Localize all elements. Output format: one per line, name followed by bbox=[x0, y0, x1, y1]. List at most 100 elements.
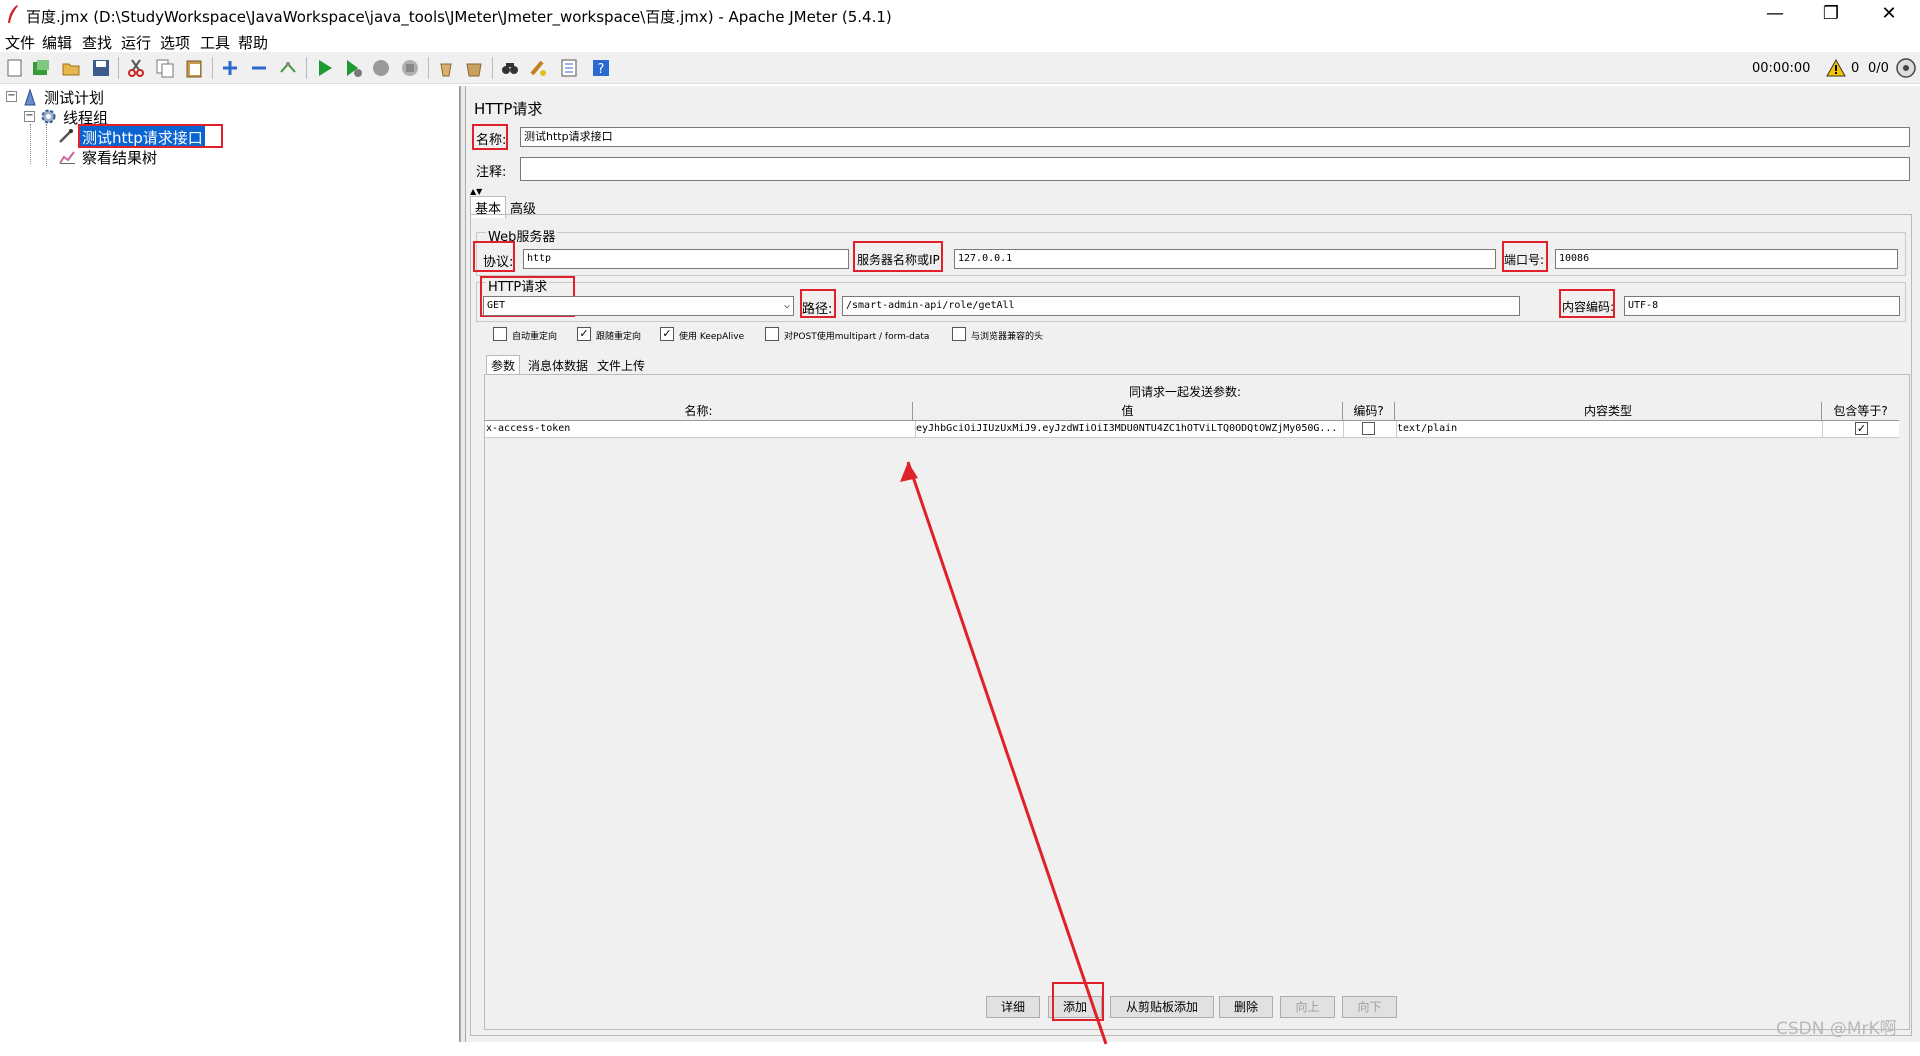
auto-redirect-checkbox[interactable] bbox=[493, 327, 507, 341]
tab-parameters[interactable]: 参数 bbox=[486, 355, 521, 375]
view-results-tree-chart-icon bbox=[59, 151, 75, 164]
multipart-checkbox[interactable] bbox=[765, 327, 779, 341]
tree-collapse-thread-group-icon[interactable]: − bbox=[24, 111, 35, 122]
shutdown-icon[interactable] bbox=[400, 58, 420, 78]
copy-icon[interactable] bbox=[155, 58, 175, 78]
col-value-header[interactable]: 值 bbox=[913, 402, 1343, 420]
csdn-watermark: CSDN @MrK啊 bbox=[1776, 1019, 1897, 1039]
open-icon[interactable] bbox=[61, 58, 81, 78]
reset-search-icon[interactable] bbox=[528, 58, 548, 78]
menu-edit[interactable]: 编辑 bbox=[42, 32, 72, 53]
col-encode-header[interactable]: 编码? bbox=[1343, 402, 1395, 420]
follow-redirect-checkbox[interactable]: ✓ bbox=[577, 327, 591, 341]
minimize-button[interactable]: — bbox=[1750, 0, 1800, 30]
warning-icon[interactable] bbox=[1826, 59, 1846, 77]
param-include-equals-cell: ✓ bbox=[1822, 421, 1899, 437]
clear-icon[interactable] bbox=[436, 58, 456, 78]
name-field[interactable]: 测试http请求接口 bbox=[520, 127, 1910, 147]
chevron-down-icon[interactable]: ⌵ bbox=[784, 297, 790, 315]
save-icon[interactable] bbox=[91, 58, 111, 78]
thread-group-gear-icon bbox=[41, 109, 56, 124]
annotation-box-sampler bbox=[78, 124, 223, 148]
param-value-cell[interactable]: eyJhbGciOiJIUzUxMiJ9.eyJzdWIiOiI3MDU0NTU… bbox=[915, 421, 1339, 437]
move-up-button[interactable]: 向上 bbox=[1280, 996, 1335, 1018]
col-name-header[interactable]: 名称: bbox=[485, 402, 913, 420]
param-include-equals-checkbox[interactable]: ✓ bbox=[1855, 422, 1868, 435]
param-encode-checkbox[interactable] bbox=[1362, 422, 1375, 435]
window-title: 百度.jmx (D:\StudyWorkspace\JavaWorkspace\… bbox=[26, 8, 892, 26]
restore-button[interactable]: ❐ bbox=[1806, 0, 1856, 30]
param-name-cell[interactable]: x-access-token bbox=[486, 421, 911, 437]
method-value: GET bbox=[487, 300, 506, 311]
tree-item-listener[interactable]: 察看结果树 bbox=[82, 147, 157, 168]
annotation-box-port bbox=[1502, 241, 1548, 272]
menu-search[interactable]: 查找 bbox=[82, 32, 112, 53]
search-icon[interactable] bbox=[500, 58, 520, 78]
collapse-icon[interactable] bbox=[249, 58, 269, 78]
menu-help[interactable]: 帮助 bbox=[238, 32, 268, 53]
method-dropdown[interactable]: GET ⌵ bbox=[483, 296, 794, 316]
comment-field[interactable] bbox=[520, 157, 1910, 181]
path-field[interactable]: /smart-admin-api/role/getAll bbox=[842, 296, 1520, 316]
function-helper-icon[interactable] bbox=[559, 58, 579, 78]
auto-redirect-label: 自动重定向 bbox=[512, 332, 558, 342]
tab-file-upload[interactable]: 文件上传 bbox=[593, 356, 649, 375]
stop-icon[interactable] bbox=[371, 58, 391, 78]
follow-redirect-label: 跟随重定向 bbox=[596, 332, 642, 342]
menu-run[interactable]: 运行 bbox=[121, 32, 151, 53]
close-button[interactable]: ✕ bbox=[1864, 0, 1914, 30]
keepalive-checkbox[interactable]: ✓ bbox=[660, 327, 674, 341]
panel-title: HTTP请求 bbox=[474, 100, 543, 118]
delete-button[interactable]: 删除 bbox=[1219, 996, 1273, 1018]
move-down-button[interactable]: 向下 bbox=[1342, 996, 1397, 1018]
port-field[interactable]: 10086 bbox=[1555, 249, 1898, 269]
keepalive-label: 使用 KeepAlive bbox=[679, 332, 745, 342]
paste-icon[interactable] bbox=[184, 58, 204, 78]
clear-all-icon[interactable] bbox=[464, 58, 484, 78]
menu-tools[interactable]: 工具 bbox=[200, 32, 230, 53]
annotation-box-server bbox=[853, 241, 943, 272]
menu-file[interactable]: 文件 bbox=[5, 32, 35, 53]
elapsed-timer: 00:00:00 bbox=[1752, 61, 1811, 76]
browser-headers-checkbox[interactable] bbox=[952, 327, 966, 341]
jmeter-feather-icon bbox=[8, 5, 18, 23]
annotation-box-protocol bbox=[473, 241, 515, 272]
svg-text:?: ? bbox=[598, 62, 605, 77]
start-no-pauses-icon[interactable] bbox=[343, 58, 363, 78]
start-icon[interactable] bbox=[315, 58, 335, 78]
new-icon[interactable] bbox=[5, 58, 25, 78]
menu-bar: 文件 编辑 查找 运行 选项 工具 帮助 bbox=[0, 30, 1920, 52]
expand-icon[interactable] bbox=[220, 58, 240, 78]
test-plan-tree: − 测试计划 − 线程组 测试http请求接口 察看结果树 bbox=[0, 86, 460, 1042]
comment-label: 注释: bbox=[476, 165, 507, 180]
encoding-field[interactable]: UTF-8 bbox=[1624, 296, 1900, 316]
templates-icon[interactable] bbox=[31, 58, 51, 78]
tree-item-test-plan[interactable]: 测试计划 bbox=[44, 87, 104, 108]
loggerpanel-icon[interactable] bbox=[1896, 58, 1916, 78]
help-icon[interactable]: ? bbox=[591, 58, 611, 78]
annotation-box-path bbox=[800, 289, 836, 318]
col-content-type-header[interactable]: 内容类型 bbox=[1395, 402, 1822, 420]
splitter-arrows[interactable]: ▲▼ bbox=[470, 187, 482, 196]
toolbar: ? 00:00:00 0 0/0 bbox=[0, 52, 1920, 84]
param-encode-cell bbox=[1343, 421, 1395, 437]
browser-headers-label: 与浏览器兼容的头 bbox=[971, 332, 1044, 342]
cut-icon[interactable] bbox=[126, 58, 146, 78]
http-sampler-pipette-icon bbox=[59, 129, 73, 143]
multipart-label: 对POST使用multipart / form-data bbox=[784, 332, 930, 342]
params-caption: 同请求一起发送参数: bbox=[1129, 385, 1242, 399]
param-content-type-cell[interactable]: text/plain bbox=[1396, 421, 1820, 437]
params-table: 名称: 值 编码? 内容类型 包含等于? x-access-token eyJh… bbox=[485, 402, 1899, 926]
warning-count: 0 bbox=[1851, 61, 1860, 76]
annotation-box-encoding bbox=[1559, 289, 1615, 318]
col-include-equals-header[interactable]: 包含等于? bbox=[1822, 402, 1899, 420]
server-field[interactable]: 127.0.0.1 bbox=[954, 249, 1496, 269]
menu-options[interactable]: 选项 bbox=[160, 32, 190, 53]
tree-collapse-plan-icon[interactable]: − bbox=[6, 91, 17, 102]
test-plan-icon bbox=[24, 88, 36, 106]
toggle-icon[interactable] bbox=[278, 58, 298, 78]
tab-body-data[interactable]: 消息体数据 bbox=[524, 356, 592, 375]
protocol-field[interactable]: http bbox=[523, 249, 849, 269]
table-row[interactable]: x-access-token eyJhbGciOiJIUzUxMiJ9.eyJz… bbox=[485, 421, 1899, 438]
http-request-panel: HTTP请求 名称: 测试http请求接口 注释: ▲▼ 基本 高级 Web服务… bbox=[466, 86, 1920, 1045]
